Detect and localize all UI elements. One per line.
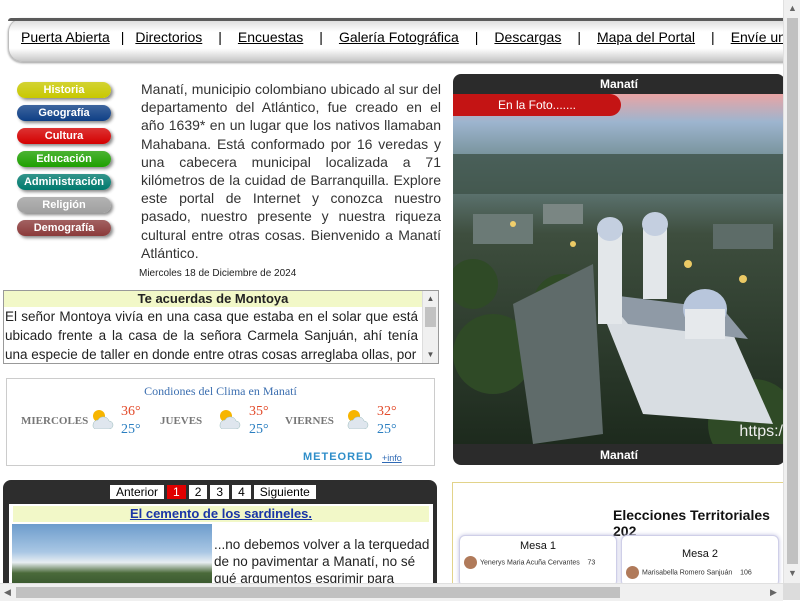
town-photo-image [453,94,785,444]
scrollbar-corner [783,583,800,600]
sun-cloud-icon [92,410,114,429]
weather-day-1: MIERCOLES [21,415,89,427]
btn-administracion[interactable]: Administración [17,174,111,190]
nav-top-border [8,18,800,21]
weather-lo-1: 25° [121,422,141,437]
weather-lo-3: 25° [377,422,397,437]
mesa-2-candidate: Marisabella Romero Sanjuán [642,569,733,577]
category-buttons: Historia Geografía Cultura Educación Adm… [17,82,111,243]
weather-widget: Condiones del Clima en Manatí MIERCOLES … [6,378,435,466]
scroll-left-icon[interactable]: ◀ [4,587,11,598]
nav-galeria[interactable]: Galería Fotográfica [339,29,459,45]
pager-prev[interactable]: Anterior [110,485,165,499]
page-vscroll-thumb[interactable] [787,18,798,564]
mesa-1-row: Yenerys Maria Acuña Cervantes 73 [464,556,595,569]
weather-day-2: JUEVES [160,415,203,427]
pager-next[interactable]: Siguiente [253,485,316,499]
news-excerpt: ...no debemos volver a la terquedad de n… [214,537,430,586]
news-panel: Anterior 1 2 3 4 Siguiente El cemento de los … [3,480,437,590]
scroll-down-icon[interactable]: ▼ [423,349,438,361]
montoya-scrollbar[interactable]: ▲ ▼ [422,291,438,363]
mesa-1-candidate: Yenerys Maria Acuña Cervantes [480,559,580,567]
weather-lo-2: 25° [249,422,269,437]
mesa-1-name: Mesa 1 [519,540,557,552]
mesa-2-row: Marisabella Romero Sanjuán 106 [626,566,752,579]
nav-encuestas[interactable]: Encuestas [238,29,303,45]
mesa-card-2[interactable]: Mesa 2 Marisabella Romero Sanjuán 106 [621,535,779,587]
nav-links: Puerta Abierta | Directorios | Encuestas | Gal… [21,29,800,45]
weather-more-link[interactable]: +info [382,453,402,463]
btn-historia[interactable]: Historia [17,82,111,98]
weather-hi-3: 32° [377,404,397,419]
photo-title: Manatí [599,77,638,91]
page-vertical-scrollbar[interactable]: ▲ ▼ [783,0,800,583]
mesa-card-1[interactable]: Mesa 1 Yenerys Maria Acuña Cervantes 73 [459,535,617,587]
montoya-box: Te acuerdas de Montoya El señor Montoya … [3,290,439,364]
nav-puerta-abierta[interactable]: Puerta Abierta [21,29,110,45]
pager-page-1[interactable]: 1 [167,485,186,499]
top-nav-bar: Puerta Abierta | Directorios | Encuestas | Gal… [8,18,800,62]
avatar [464,556,477,569]
mesa-2-name: Mesa 2 [681,548,719,560]
avatar [626,566,639,579]
nav-mapa-portal[interactable]: Mapa del Portal [597,29,695,45]
meteored-logo[interactable]: METEORED [303,451,373,463]
mesa-1-votes: 73 [587,559,596,567]
intro-text: Manatí, municipio colombiano ubicado al … [141,81,441,261]
pager-page-2[interactable]: 2 [188,485,208,499]
page-horizontal-scrollbar[interactable]: ◀ ▶ [0,583,783,601]
montoya-text: El señor Montoya vivía en una casa que e… [5,309,418,362]
page-hscroll-thumb[interactable] [16,587,620,598]
photo-watermark: https:/ [739,423,783,440]
photo-caption: Manatí [599,448,638,462]
current-date: Miercoles 18 de Diciembre de 2024 [139,268,297,279]
en-la-foto-tag[interactable]: En la Foto....... [453,94,621,116]
sun-cloud-icon [219,410,241,429]
pager-page-4[interactable]: 4 [232,485,251,499]
scroll-right-icon[interactable]: ▶ [770,587,777,598]
scroll-down-icon[interactable]: ▼ [788,568,797,578]
weather-title: Condiones del Clima en Manatí [144,384,297,398]
town-photo[interactable] [453,94,785,444]
mesa-2-votes: 106 [740,569,752,577]
news-content: El cemento de los sardineles. ...no debe… [9,504,433,590]
scroll-up-icon[interactable]: ▲ [788,3,797,13]
nav-directorios[interactable]: Directorios [135,29,202,45]
news-pager: Anterior 1 2 3 4 Siguiente [110,485,319,499]
elections-panel: Elecciones Territoriales 202 Mesa 1 Yene… [452,482,794,594]
btn-educacion[interactable]: Educación [17,151,111,167]
btn-demografia[interactable]: Demografía [17,220,111,236]
weather-day-3: VIERNES [285,415,334,427]
btn-religion[interactable]: Religión [17,197,111,213]
scroll-thumb[interactable] [425,307,436,327]
sun-cloud-icon [347,410,369,429]
montoya-title: Te acuerdas de Montoya [4,291,422,307]
photo-panel: Manatí En la Foto....... https:/ Manatí [453,74,785,465]
btn-cultura[interactable]: Cultura [17,128,111,144]
news-image[interactable] [12,524,212,590]
btn-geografia[interactable]: Geografía [17,105,111,121]
nav-descargas[interactable]: Descargas [494,29,561,45]
pager-page-3[interactable]: 3 [210,485,230,499]
weather-hi-1: 36° [121,404,141,419]
weather-hi-2: 35° [249,404,269,419]
scroll-up-icon[interactable]: ▲ [423,293,438,305]
news-title-link[interactable]: El cemento de los sardineles. [13,506,429,522]
